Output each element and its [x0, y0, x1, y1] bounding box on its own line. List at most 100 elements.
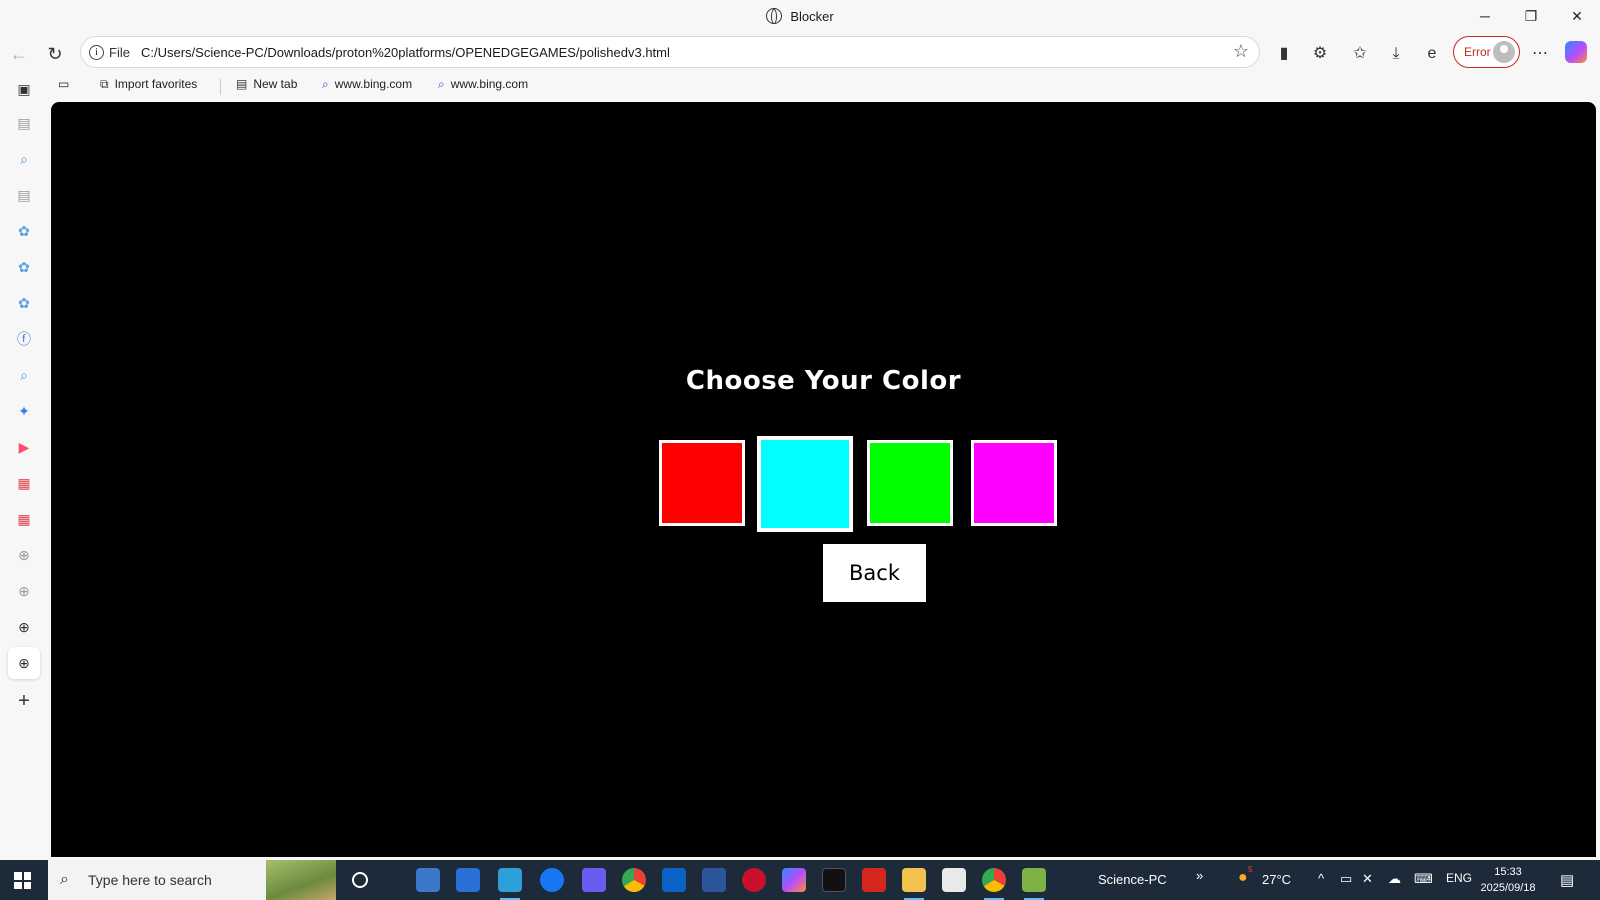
search-highlight-art: [266, 860, 336, 900]
sidebar-tab-facebook[interactable]: ⓕ: [14, 329, 34, 349]
color-swatch-red[interactable]: [659, 440, 745, 526]
globe-icon: [766, 8, 783, 24]
sidebar-tab-gemini[interactable]: ✦: [14, 401, 34, 421]
sidebar-tab-butterfly-3[interactable]: ✿: [14, 293, 34, 313]
sidebar-tab-newtab-2[interactable]: ▤: [14, 185, 34, 205]
taskbar-overflow-chevron-icon[interactable]: »: [1196, 868, 1203, 883]
taskbar-app-chart-icon[interactable]: [1022, 868, 1046, 900]
sidebar-tab-globe-2[interactable]: ⊕: [14, 581, 34, 601]
newtab-icon: ▤: [236, 77, 248, 91]
favorite-bing-1[interactable]: ⌕ www.bing.com: [322, 77, 412, 92]
extensions-icon[interactable]: ⚙: [1306, 40, 1334, 68]
weather-badge: 5: [1248, 865, 1253, 874]
taskbar-app-edge-icon[interactable]: [498, 868, 522, 900]
favorite-import[interactable]: ⧉ Import favorites: [100, 77, 197, 92]
tab-actions-icon[interactable]: ▣: [14, 79, 34, 99]
taskbar-app-outlook-icon[interactable]: [662, 868, 686, 892]
taskbar-search-box[interactable]: ⌕ Type here to search: [48, 860, 336, 900]
copilot-icon[interactable]: [1565, 41, 1587, 63]
search-icon: ⌕: [322, 77, 329, 91]
language-indicator[interactable]: ENG: [1446, 871, 1472, 885]
sidebar-tab-search[interactable]: ⌕: [14, 149, 34, 169]
sidebar-tab-butterfly-1[interactable]: ✿: [14, 221, 34, 241]
weather-temperature[interactable]: 27°C: [1262, 872, 1291, 887]
taskbar-app-tiktok-icon[interactable]: [822, 868, 846, 892]
avatar-icon: [1493, 41, 1515, 63]
taskbar-app-notes-icon[interactable]: [416, 868, 440, 892]
search-placeholder: Type here to search: [88, 872, 212, 888]
favorites-icon[interactable]: ✩: [1346, 40, 1374, 68]
title-bar: Blocker ─ ❐ ✕: [0, 0, 1600, 33]
clock-date: 2025/09/18: [1480, 882, 1536, 894]
url-scheme: File: [109, 45, 130, 60]
search-icon: ⌕: [438, 77, 445, 91]
page-viewport: Choose Your Color Back: [51, 102, 1596, 857]
keyboard-icon[interactable]: ⌨: [1414, 871, 1433, 887]
taskbar-app-solitaire-icon[interactable]: [942, 868, 966, 892]
sidebar-tab-search-2[interactable]: ⌕: [14, 365, 34, 385]
downloads-icon[interactable]: ⤓: [1382, 40, 1410, 68]
favorite-star-icon[interactable]: ☆: [1233, 41, 1249, 62]
navigation-bar: ← ↻ i File C:/Users/Science-PC/Downloads…: [0, 33, 1600, 73]
search-icon: ⌕: [60, 871, 69, 888]
taskbar-app-store-icon[interactable]: [456, 868, 480, 892]
color-swatch-cyan[interactable]: [757, 436, 853, 532]
network-icon[interactable]: ▭: [1340, 871, 1352, 887]
divider: [220, 79, 221, 95]
import-icon: ⧉: [100, 77, 109, 91]
taskbar-app-word-icon[interactable]: [702, 868, 726, 892]
restore-button[interactable]: ❐: [1508, 0, 1554, 33]
new-tab-plus-icon[interactable]: +: [14, 691, 34, 711]
clock-time: 15:33: [1494, 866, 1522, 878]
vertical-tabs-sidebar: ▣ ▤ ⌕ ▤ ✿ ✿ ✿ ⓕ ⌕ ✦ ▶ ▦ ▦ ⊕ ⊕ ⊕ ⊕ +: [0, 73, 48, 860]
sidebar-tab-newtab[interactable]: ▤: [14, 113, 34, 133]
sidebar-tab-butterfly-2[interactable]: ✿: [14, 257, 34, 277]
taskbar-app-acrobat-icon[interactable]: [862, 868, 886, 892]
sidebar-tab-globe-3[interactable]: ⊕: [14, 617, 34, 637]
window-title-text: Blocker: [790, 9, 834, 24]
taskbar-app-copilot-icon[interactable]: [782, 868, 806, 892]
sidebar-tab-store-2[interactable]: ▦: [14, 509, 34, 529]
favorites-bar: ▭ ⧉ Import favorites ▤ New tab ⌕ www.bing.c…: [48, 73, 1600, 101]
minimize-button[interactable]: ─: [1462, 0, 1508, 33]
back-arrow-button[interactable]: ←: [4, 39, 34, 69]
back-button[interactable]: Back: [823, 544, 926, 602]
favorites-bar-menu-icon[interactable]: ▭: [58, 77, 69, 91]
taskbar-app-chrome-icon[interactable]: [622, 868, 646, 892]
windows-start-icon[interactable]: [14, 872, 31, 889]
reload-button[interactable]: ↻: [40, 39, 70, 69]
window-title: Blocker: [0, 8, 1600, 24]
sidebar-tab-globe-1[interactable]: ⊕: [14, 545, 34, 565]
task-view-icon[interactable]: [352, 872, 368, 888]
weather-icon[interactable]: ●: [1238, 869, 1248, 887]
profile-status: Error: [1464, 45, 1491, 59]
close-window-button[interactable]: ✕: [1554, 0, 1600, 33]
site-info-icon[interactable]: i: [89, 45, 104, 60]
favorite-new-tab[interactable]: ▤ New tab: [236, 77, 297, 91]
profile-button[interactable]: Error: [1453, 36, 1520, 68]
address-bar[interactable]: i File C:/Users/Science-PC/Downloads/pro…: [80, 36, 1260, 68]
sidebar-tab-youtube[interactable]: ▶: [14, 437, 34, 457]
tray-chevron-icon[interactable]: ^: [1318, 871, 1324, 886]
taskbar-app-chrome-profile-icon[interactable]: [982, 868, 1006, 900]
edge-icon[interactable]: e: [1418, 40, 1446, 68]
taskbar-app-explorer-icon[interactable]: [902, 868, 926, 900]
favorite-bing-2[interactable]: ⌕ www.bing.com: [438, 77, 528, 92]
taskbar-app-video-icon[interactable]: [582, 868, 606, 892]
clock[interactable]: 15:33 2025/09/18: [1478, 864, 1538, 896]
sidebar-tab-globe-active[interactable]: ⊕: [8, 647, 40, 679]
notifications-icon[interactable]: ▤: [1560, 871, 1574, 889]
url-text[interactable]: C:/Users/Science-PC/Downloads/proton%20p…: [141, 45, 670, 60]
taskbar-user-label[interactable]: Science-PC: [1098, 872, 1167, 887]
collections-icon[interactable]: ▮: [1270, 40, 1298, 68]
more-menu-icon[interactable]: ⋯: [1526, 40, 1554, 68]
taskbar-app-facebook-icon[interactable]: [540, 868, 564, 892]
color-swatch-magenta[interactable]: [971, 440, 1057, 526]
taskbar: ⌕ Type here to search Science-PC » ● 5 2…: [0, 860, 1600, 900]
color-swatch-row: [51, 436, 1596, 532]
sidebar-tab-store-1[interactable]: ▦: [14, 473, 34, 493]
color-swatch-green[interactable]: [867, 440, 953, 526]
onedrive-icon[interactable]: ☁: [1388, 871, 1401, 887]
volume-muted-icon[interactable]: ✕: [1362, 871, 1373, 887]
taskbar-app-rad-icon[interactable]: [742, 868, 766, 892]
